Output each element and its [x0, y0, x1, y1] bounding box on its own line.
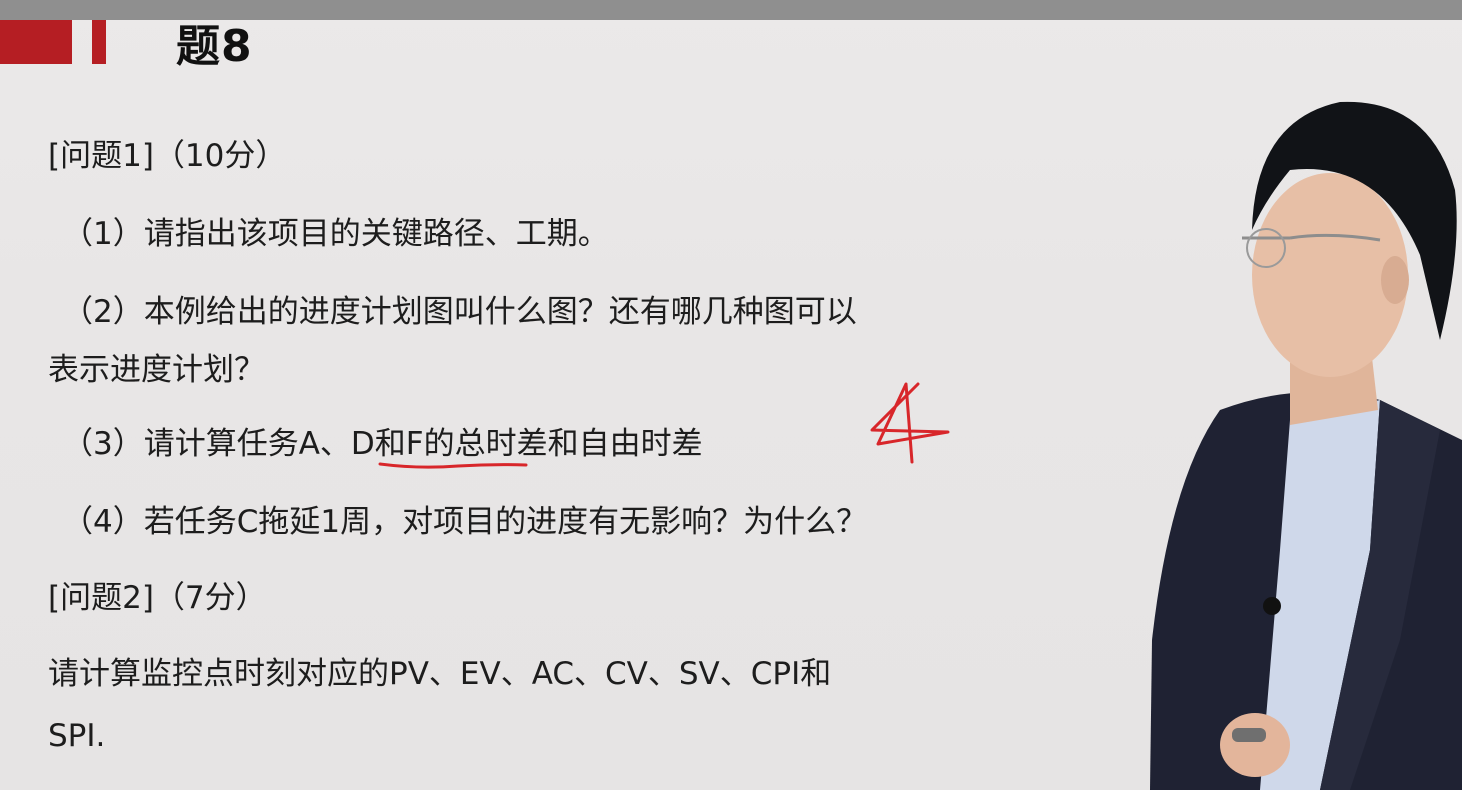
red-star-annotation [870, 382, 950, 464]
presenter-figure [1150, 101, 1462, 790]
question1-item1: （1）请指出该项目的关键路径、工期。 [62, 216, 609, 252]
question1-item4: （4）若任务C拖延1周，对项目的进度有无影响？为什么？ [62, 504, 868, 540]
question1-item3: （3）请计算任务A、D和F的总时差和自由时差 [62, 426, 703, 462]
question1-item2-cont: 表示进度计划？ [48, 352, 265, 388]
question2-heading: [问题2]（7分） [48, 580, 267, 616]
top-strip [0, 0, 1462, 20]
slide-title: 题8 [176, 21, 253, 72]
question2-text: 请计算监控点时刻对应的PV、EV、AC、CV、SV、CPI和 [48, 656, 832, 692]
title-accent-bar [0, 20, 72, 64]
question2-text-cont: SPI. [48, 718, 106, 754]
red-underline-annotation [378, 462, 528, 469]
question1-item2: （2）本例给出的进度计划图叫什么图？还有哪几种图可以 [62, 294, 857, 330]
question1-heading: [问题1]（10分） [48, 138, 287, 174]
title-accent-bar-small [92, 20, 106, 64]
